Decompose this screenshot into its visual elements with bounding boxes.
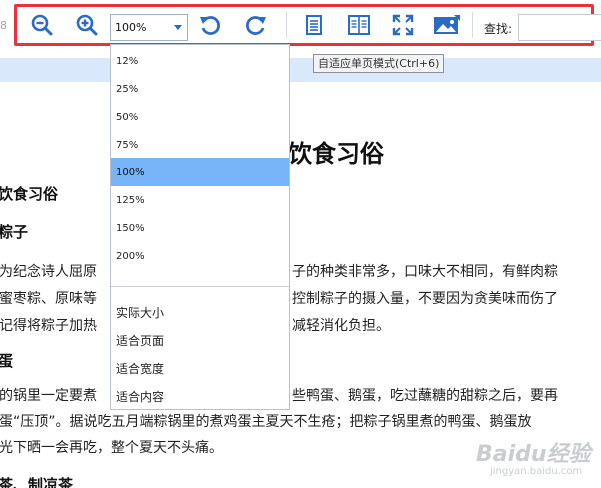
zoom-option[interactable]: 200% (111, 242, 289, 270)
zoom-in-icon (76, 14, 98, 36)
chevron-down-icon (174, 25, 182, 30)
zoom-option-actual-size[interactable]: 实际大小 (111, 298, 289, 326)
zoom-option[interactable]: 12% (111, 47, 289, 75)
subsection-heading: 茶、制凉茶 (0, 476, 74, 488)
watermark-url: jingyan.baidu.com (490, 466, 583, 477)
toolbar-divider (472, 12, 473, 38)
zoom-option-fit-width[interactable]: 适合宽度 (111, 354, 289, 382)
toolbar-left-fragment: 8 (0, 19, 7, 32)
zoom-dropdown-menu: 12% 25% 50% 75% 100% 125% 150% 200% 实际大小… (110, 44, 290, 410)
subsection-heading: 蛋 (0, 352, 14, 370)
zoom-option-fit-content[interactable]: 适合内容 (111, 382, 289, 410)
paragraph-line: 蜜枣粽、原味等 (0, 291, 97, 307)
watermark-logo: Baidu经验 (476, 442, 591, 467)
fullscreen-icon (392, 14, 414, 36)
zoom-option[interactable]: 75% (111, 131, 289, 159)
zoom-option-selected[interactable]: 100% (111, 158, 289, 186)
search-input[interactable] (518, 14, 601, 41)
paragraph-line: 些鸭蛋、鹅蛋，吃过蘸糖的甜粽之后，要再 (292, 388, 558, 404)
zoom-level-select[interactable]: 100% (110, 14, 188, 41)
paragraph-line: 蛋“压顶”。据说吃五月端粽锅里的煮鸡蛋主夏天不生疮；把粽子锅里煮的鸭蛋、鹅蛋放 (0, 414, 532, 430)
toolbar: 8 100% 查找: (0, 0, 601, 59)
search-label: 查找: (484, 22, 513, 36)
watermark: Baidu经验 jingyan.baidu.com (466, 436, 594, 484)
rotate-left-icon (200, 16, 220, 35)
single-page-button[interactable] (300, 11, 328, 39)
image-button[interactable] (433, 11, 461, 39)
zoom-option-fit-page[interactable]: 适合页面 (111, 326, 289, 354)
paragraph-line: 光下晒一会再吃，整个夏天不头痛。 (0, 440, 223, 456)
document-page: 饮食习俗 饮食习俗 粽子 为纪念诗人屈原 子的种类非常多，口味大不相同，有鲜肉粽… (0, 82, 601, 488)
zoom-in-button[interactable] (73, 11, 101, 39)
zoom-out-button[interactable] (28, 11, 56, 39)
paragraph-line: 为纪念诗人屈原 (0, 264, 97, 280)
rotate-right-icon (246, 16, 266, 35)
zoom-option[interactable]: 25% (111, 75, 289, 103)
section-heading: 饮食习俗 (0, 185, 59, 203)
zoom-option[interactable]: 125% (111, 186, 289, 214)
paragraph-line: 记得将粽子加热 (0, 318, 97, 334)
paragraph-line: 子的种类非常多，口味大不相同，有鲜肉粽 (292, 264, 558, 280)
rotate-left-button[interactable] (196, 11, 224, 39)
image-icon (434, 15, 460, 34)
paragraph-line: 减轻消化负担。 (292, 318, 390, 334)
single-page-icon (306, 15, 322, 35)
double-page-icon (348, 15, 370, 35)
fullscreen-button[interactable] (389, 11, 417, 39)
zoom-out-icon (31, 14, 53, 36)
tooltip: 自适应单页模式(Ctrl+6) (313, 54, 445, 73)
paragraph-line: 控制粽子的摄入量，不要因为贪美味而伤了 (292, 291, 558, 307)
zoom-option[interactable]: 50% (111, 103, 289, 131)
double-page-button[interactable] (345, 11, 373, 39)
zoom-option[interactable]: 150% (111, 214, 289, 242)
rotate-right-button[interactable] (242, 11, 270, 39)
subsection-heading: 粽子 (0, 223, 29, 241)
paragraph-line: 的锅里一定要煮 (0, 388, 97, 404)
zoom-level-value: 100% (115, 21, 147, 34)
info-band (0, 58, 601, 82)
toolbar-divider (286, 12, 287, 38)
dropdown-divider (111, 286, 289, 287)
page-title: 饮食习俗 (288, 140, 384, 168)
